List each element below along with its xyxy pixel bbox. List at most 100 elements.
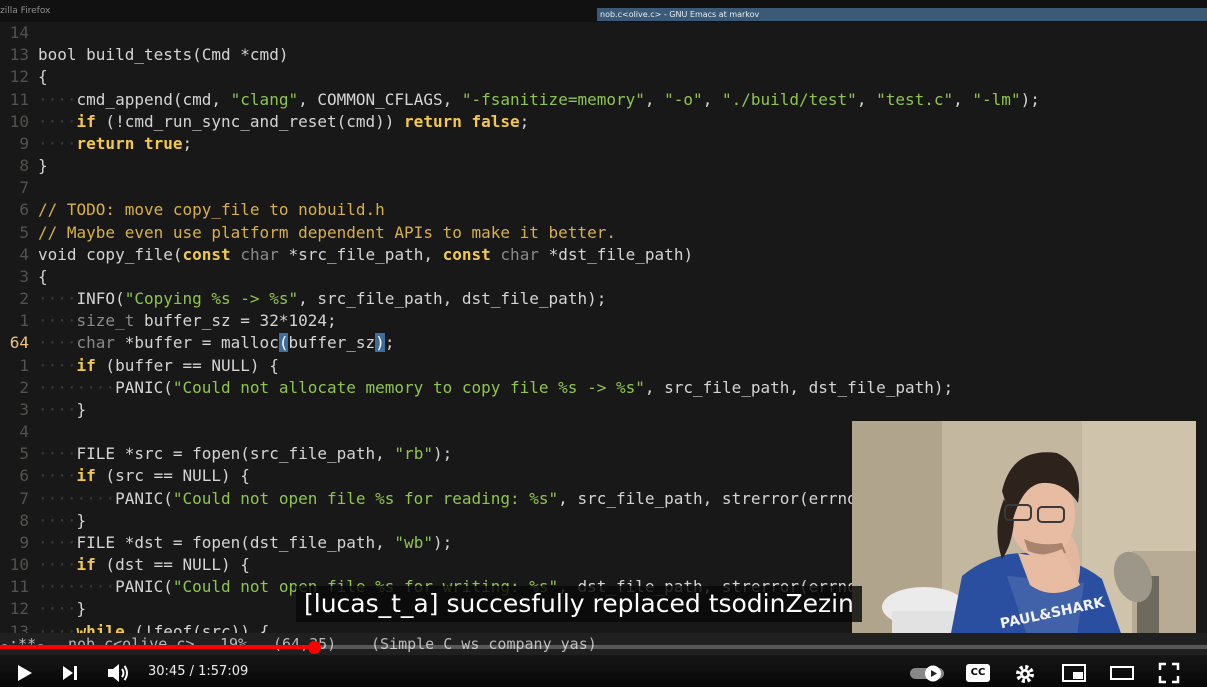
code-token: (!cmd_run_sync_and_reset(cmd)) — [95, 111, 405, 131]
line-number: 1 — [19, 355, 29, 375]
code-token: ···· — [38, 399, 77, 419]
code-token: ···· — [38, 289, 77, 309]
code-token: char — [76, 333, 116, 353]
line-number: 4 — [19, 422, 29, 442]
code-token: "./build/test" — [721, 89, 857, 109]
progress-bar-played — [0, 645, 314, 649]
captions-button[interactable]: CC — [966, 664, 990, 682]
line-number: 7 — [19, 178, 29, 198]
line-number: 2 — [19, 289, 29, 309]
code-text: ····INFO("Copying %s -> %s", src_file_pa… — [38, 288, 606, 310]
code-token: "wb" — [394, 532, 433, 552]
code-text: ····size_t buffer_sz = 32*1024; — [38, 310, 337, 332]
modeline-major-modes: (Simple C ws company yas) — [371, 635, 597, 653]
code-text: ····} — [38, 399, 86, 421]
modeline-buffer-name: nob.c<olive.c> — [68, 635, 195, 653]
code-token: ···· — [38, 89, 77, 109]
code-token: "Copying %s -> %s" — [124, 289, 299, 309]
code-text: ····if (src == NULL) { — [38, 465, 250, 487]
code-token: ); — [432, 444, 453, 464]
code-token: , — [856, 89, 877, 109]
code-text: bool build_tests(Cmd *cmd) — [38, 44, 288, 66]
code-token: buffer_sz = 32*1024; — [134, 311, 337, 331]
time-display: 30:45 / 1:57:09 — [148, 663, 248, 681]
code-token: { — [38, 266, 48, 286]
code-token: ···· — [38, 444, 77, 464]
line-number: 8 — [19, 510, 29, 530]
code-token: , — [644, 89, 665, 109]
code-token: "-lm" — [972, 89, 1021, 109]
code-token: ···· — [38, 355, 77, 375]
code-text: ········PANIC("Could not open file %s fo… — [38, 488, 886, 510]
desktop-top-bar: zilla Firefox nob.c<olive.c> - GNU Emacs… — [0, 0, 1207, 22]
code-token: true — [143, 133, 183, 153]
code-token: ); — [432, 532, 453, 552]
theater-mode-icon[interactable] — [1109, 663, 1135, 683]
code-token: ···· — [38, 133, 77, 153]
line-number: 1 — [19, 311, 29, 331]
line-number: 3 — [19, 399, 29, 419]
time-separator: / — [185, 664, 199, 679]
miniplayer-icon[interactable] — [1061, 663, 1087, 683]
firefox-window-title: zilla Firefox — [0, 6, 51, 16]
code-token: ; — [519, 111, 530, 131]
code-text: { — [38, 266, 48, 288]
code-text: { — [38, 66, 48, 88]
code-token: (buffer == NULL) { — [95, 355, 279, 375]
code-token: FILE *dst = fopen(dst_file_path, — [76, 532, 395, 552]
code-token: "-o" — [664, 89, 703, 109]
line-number: 10 — [9, 111, 29, 131]
fullscreen-icon[interactable] — [1157, 661, 1181, 685]
code-token: PANIC( — [115, 577, 173, 597]
code-token: if — [76, 466, 96, 486]
code-token: "test.c" — [876, 89, 954, 109]
code-token: bool build_tests(Cmd *cmd) — [38, 45, 289, 65]
line-number: 6 — [19, 200, 29, 220]
code-token: ···· — [38, 510, 77, 530]
line-number: 4 — [19, 244, 29, 264]
autoplay-toggle[interactable] — [908, 662, 948, 684]
code-text: } — [38, 155, 48, 177]
code-token: "-fsanitize=memory" — [461, 89, 645, 109]
code-text: ····return true; — [38, 133, 192, 155]
code-token: cmd_append(cmd, — [76, 89, 231, 109]
code-text: ····FILE *dst = fopen(dst_file_path, "wb… — [38, 532, 452, 554]
line-number: 11 — [9, 577, 29, 597]
code-token: } — [76, 510, 87, 530]
code-token: ···· — [38, 599, 77, 619]
line-number: 5 — [19, 444, 29, 464]
line-number: 12 — [9, 67, 29, 87]
next-video-icon[interactable] — [60, 663, 80, 683]
video-frame[interactable]: zilla Firefox nob.c<olive.c> - GNU Emacs… — [0, 0, 1207, 687]
code-token: , — [702, 89, 722, 109]
code-token: "rb" — [394, 444, 433, 464]
line-number: 9 — [19, 133, 29, 153]
code-text: ····if (!cmd_run_sync_and_reset(cmd)) re… — [38, 111, 529, 133]
code-token: char — [240, 244, 279, 264]
code-token: if — [76, 111, 96, 131]
code-token: return — [76, 133, 135, 153]
code-token: , src_file_path, strerror(errno)); — [558, 488, 886, 508]
code-token: *src_file_path, — [278, 244, 443, 264]
line-number: 6 — [19, 466, 29, 486]
code-token: ········ — [38, 377, 116, 397]
code-token: void copy_file( — [38, 244, 183, 264]
line-number: 14 — [9, 23, 29, 42]
play-icon[interactable] — [14, 663, 34, 683]
volume-icon[interactable] — [106, 662, 130, 684]
code-token: ; — [182, 133, 193, 153]
progress-scrubber-handle[interactable] — [307, 641, 321, 654]
line-number: 9 — [19, 532, 29, 552]
code-token: buffer_sz — [288, 333, 376, 353]
code-text: ····if (buffer == NULL) { — [38, 355, 279, 377]
settings-gear-icon[interactable] — [1013, 662, 1037, 686]
code-token: ); — [1020, 89, 1040, 109]
code-token: PANIC( — [115, 377, 173, 397]
code-text: ····} — [38, 510, 86, 532]
code-text: ····char *buffer = malloc(buffer_sz); — [38, 332, 394, 354]
code-token: *dst_file_path) — [538, 244, 694, 264]
code-token: if — [76, 355, 96, 375]
code-token: const — [442, 244, 491, 264]
webcam-overlay: PAUL&SHARK — [852, 421, 1196, 659]
